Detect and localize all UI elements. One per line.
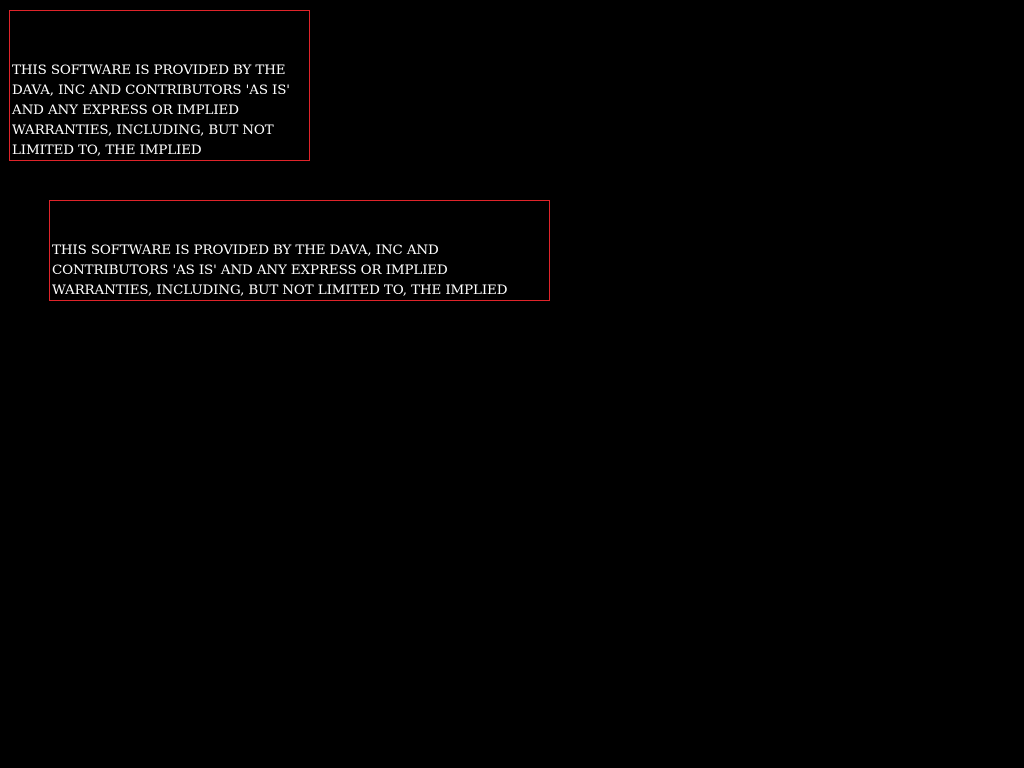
text-box-narrow-text: THIS SOFTWARE IS PROVIDED BY THE DAVA, I… [12, 63, 290, 158]
stage: THIS SOFTWARE IS PROVIDED BY THE DAVA, I… [0, 0, 1024, 768]
text-box-narrow: THIS SOFTWARE IS PROVIDED BY THE DAVA, I… [9, 10, 310, 161]
text-box-wide-text: THIS SOFTWARE IS PROVIDED BY THE DAVA, I… [52, 243, 508, 298]
text-box-wide: THIS SOFTWARE IS PROVIDED BY THE DAVA, I… [49, 200, 550, 301]
